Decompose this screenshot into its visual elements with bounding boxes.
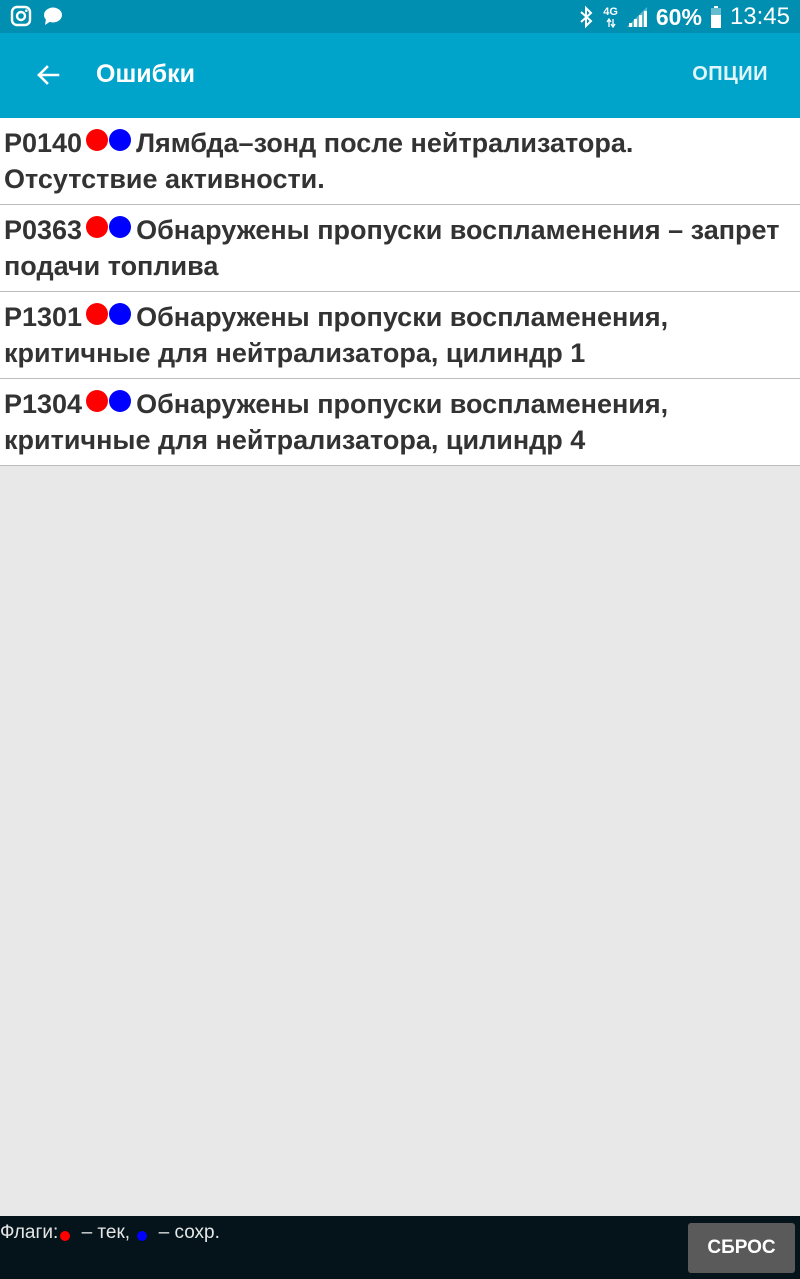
- error-flags: [86, 385, 132, 421]
- status-bar: 4G 60% 13:45: [0, 0, 800, 33]
- reset-button[interactable]: СБРОС: [688, 1223, 795, 1273]
- network-indicator: 4G: [603, 5, 618, 28]
- legend-saved-dot: [137, 1231, 148, 1241]
- error-list-item[interactable]: P0363 Обнаружены пропуски воспламенения –…: [0, 205, 800, 292]
- flag-saved-dot: [109, 303, 132, 325]
- error-list-item[interactable]: P0140 Лямбда–зонд после нейтрализатора. О…: [0, 118, 800, 205]
- legend-current-dot: [60, 1231, 71, 1241]
- error-code: P1301: [4, 302, 83, 332]
- error-list-item[interactable]: P1301 Обнаружены пропуски воспламенения, …: [0, 292, 800, 379]
- flag-current-dot: [86, 390, 109, 412]
- network-type: 4G: [603, 5, 618, 18]
- legend-current-label: – тек,: [76, 1222, 136, 1243]
- chat-bubble-icon: [44, 7, 62, 25]
- app-bar: Ошибки ОПЦИИ: [0, 33, 800, 118]
- flag-current-dot: [86, 303, 109, 325]
- error-list: P0140 Лямбда–зонд после нейтрализатора. О…: [0, 118, 800, 466]
- error-code: P0363: [4, 215, 83, 245]
- legend-saved-label: – сохр.: [153, 1222, 220, 1243]
- page-title: Ошибки: [96, 60, 195, 88]
- error-list-item[interactable]: P1304 Обнаружены пропуски воспламенения, …: [0, 379, 800, 466]
- flag-saved-dot: [109, 216, 132, 238]
- bluetooth-icon: [580, 5, 593, 29]
- clock: 13:45: [729, 3, 790, 30]
- back-arrow-icon[interactable]: [32, 59, 64, 91]
- options-button[interactable]: ОПЦИИ: [692, 63, 768, 86]
- flag-saved-dot: [109, 129, 132, 151]
- battery-percent: 60%: [655, 3, 702, 30]
- error-flags: [86, 298, 132, 334]
- flags-legend: Флаги: – тек, – сохр.: [0, 1222, 220, 1244]
- footer-bar: Флаги: – тек, – сохр. СБРОС: [0, 1216, 800, 1279]
- error-code: P1304: [4, 389, 83, 419]
- data-arrows-icon: [606, 17, 616, 28]
- error-code: P0140: [4, 128, 83, 158]
- error-flags: [86, 124, 132, 160]
- legend-prefix: Флаги:: [0, 1222, 59, 1243]
- flag-current-dot: [86, 216, 109, 238]
- status-left-icons: [10, 5, 64, 27]
- error-flags: [86, 211, 132, 247]
- flag-saved-dot: [109, 390, 132, 412]
- flag-current-dot: [86, 129, 109, 151]
- signal-icon: [626, 7, 647, 27]
- status-right-icons: 4G 60% 13:45: [577, 3, 790, 31]
- battery-icon: [710, 6, 721, 28]
- instagram-icon: [10, 5, 32, 27]
